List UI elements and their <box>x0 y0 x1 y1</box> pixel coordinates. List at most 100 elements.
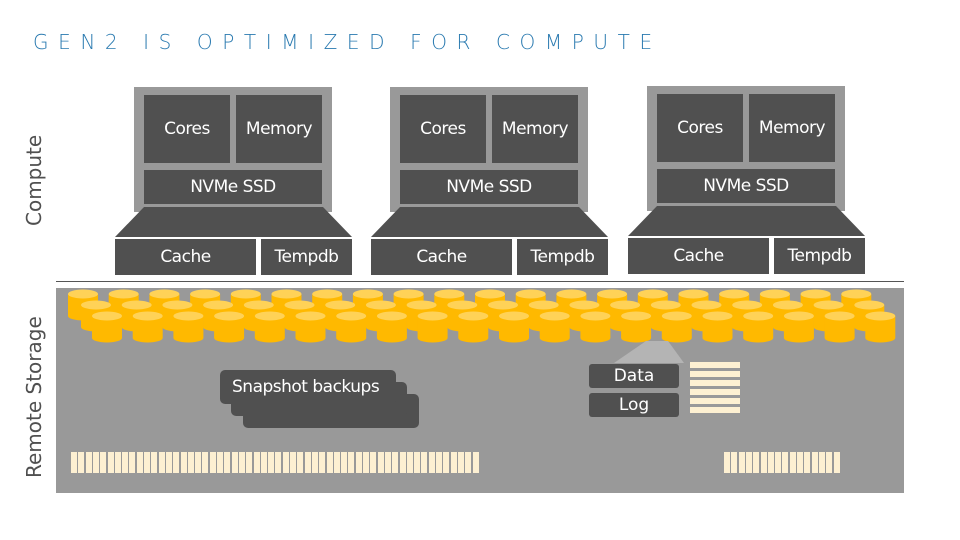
tape-tick <box>253 452 260 473</box>
disk-cylinder <box>132 311 163 343</box>
tape-tick <box>217 452 223 473</box>
node-base-trapezoid <box>628 206 865 236</box>
log-stripe <box>690 362 740 368</box>
tape-tick <box>202 452 209 473</box>
tempdb-block: Tempdb <box>774 238 865 274</box>
tape-tick <box>421 452 428 473</box>
tape-tick <box>333 452 340 473</box>
tape-tick <box>173 452 180 473</box>
tape-tick <box>745 452 752 473</box>
tape-tick <box>436 452 442 473</box>
tempdb-block: Tempdb <box>517 239 608 275</box>
tape-tick <box>450 452 457 473</box>
tape-tick <box>363 452 369 473</box>
disk-cylinder <box>336 311 367 343</box>
disk-cylinder <box>254 311 285 343</box>
tape-tick <box>122 452 129 473</box>
log-block: Log <box>589 393 679 417</box>
tape-tick <box>782 452 789 473</box>
tape-tick <box>158 452 165 473</box>
tape-tick <box>399 452 406 473</box>
tape-tick <box>370 452 377 473</box>
tape-tick <box>78 452 85 473</box>
tape-tick <box>151 452 158 473</box>
tape-tick <box>753 452 760 473</box>
tape-tick <box>180 452 187 473</box>
disk-cylinder <box>458 311 489 343</box>
nvme-ssd-block: NVMe SSD <box>144 170 322 204</box>
disk-cylinder <box>539 311 570 343</box>
disk-cylinder <box>783 311 814 343</box>
cache-block: Cache <box>371 239 512 275</box>
tape-tick <box>465 452 472 473</box>
tape-tick <box>767 452 774 473</box>
node-base-trapezoid <box>371 207 608 237</box>
nvme-ssd-block: NVMe SSD <box>400 170 578 204</box>
disk-cylinder <box>865 311 896 343</box>
tape-tick <box>114 452 121 473</box>
tape-tick <box>107 452 114 473</box>
tape-tick <box>231 452 238 473</box>
compute-node-3: Cores Memory NVMe SSD Cache Tempdb <box>628 86 868 276</box>
data-block: Data <box>589 364 679 388</box>
tape-tick <box>811 452 818 473</box>
disk-cylinder <box>743 311 774 343</box>
remote-storage-panel: Snapshot backups Data Log <box>56 288 904 493</box>
memory-block: Memory <box>749 94 835 162</box>
nvme-ssd-block: NVMe SSD <box>657 169 835 203</box>
slide-title: GEN2 IS OPTIMIZED FOR COMPUTE <box>33 30 662 54</box>
tape-tick <box>85 452 92 473</box>
tape-tick <box>165 452 172 473</box>
tape-tick <box>238 452 245 473</box>
log-stripe <box>690 389 740 395</box>
cache-block: Cache <box>628 238 769 274</box>
memory-block: Memory <box>236 95 322 163</box>
disk-cylinder <box>92 311 122 343</box>
tape-tick <box>311 452 318 473</box>
tape-tick <box>304 452 311 473</box>
tape-tick <box>129 452 136 473</box>
disk-cylinder <box>295 311 326 343</box>
tape-tick <box>457 452 464 473</box>
tape-tick <box>144 452 150 473</box>
tape-tick <box>775 452 782 473</box>
tape-tick <box>789 452 796 473</box>
tempdb-block: Tempdb <box>261 239 352 275</box>
tape-tick <box>443 452 450 473</box>
remote-storage-axis-label: Remote Storage <box>22 316 46 478</box>
tape-tick <box>92 452 99 473</box>
node-base-trapezoid <box>115 207 352 237</box>
tape-tick <box>472 452 479 473</box>
disk-cylinder <box>824 311 855 343</box>
disk-cylinder <box>499 311 529 343</box>
tape-tick <box>209 452 216 473</box>
cores-block: Cores <box>144 95 230 163</box>
disk-cylinder <box>661 311 692 343</box>
tape-tick <box>136 452 143 473</box>
tape-tick <box>246 452 253 473</box>
disk-cylinder <box>417 311 448 343</box>
tape-tick <box>224 452 231 473</box>
log-stripe <box>690 398 740 404</box>
log-stripe <box>690 380 740 386</box>
tape-tick <box>348 452 355 473</box>
tape-tick <box>275 452 282 473</box>
tape-tick <box>738 452 745 473</box>
disk-cylinder <box>702 311 733 343</box>
tape-tick <box>428 452 435 473</box>
tape-tick <box>731 452 738 473</box>
compute-axis-label: Compute <box>22 134 46 226</box>
snapshot-backups-card: Snapshot backups <box>220 370 396 404</box>
tape-tick <box>833 452 840 473</box>
tape-tick <box>818 452 825 473</box>
disk-cylinder <box>173 311 204 343</box>
compute-storage-divider <box>56 281 904 282</box>
tape-tick <box>377 452 384 473</box>
tape-tick <box>282 452 289 473</box>
disk-cylinder <box>376 311 407 343</box>
compute-node-1: Cores Memory NVMe SSD Cache Tempdb <box>115 87 355 277</box>
tape-tick <box>297 452 304 473</box>
tape-tick <box>392 452 399 473</box>
tape-tick <box>290 452 296 473</box>
cache-block: Cache <box>115 239 256 275</box>
